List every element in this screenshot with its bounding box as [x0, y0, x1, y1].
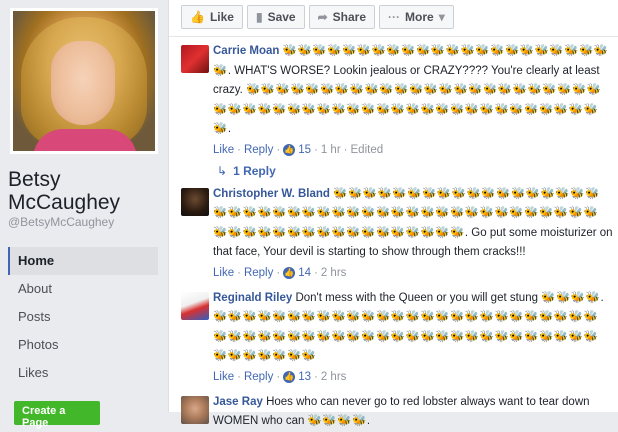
comment-reply-link[interactable]: Reply	[244, 368, 273, 386]
comment-list: Carrie Moan 🐝🐝🐝🐝🐝🐝🐝🐝🐝🐝🐝🐝🐝🐝🐝🐝🐝🐝🐝🐝🐝🐝🐝. WHA…	[181, 42, 613, 432]
profile-face	[51, 41, 115, 125]
more-label: More	[405, 10, 434, 24]
comment-meta: Like · Reply · 👍 14 · 2 hrs	[213, 263, 613, 283]
separator: ·	[276, 370, 281, 383]
comment-author[interactable]: Christopher W. Bland	[213, 188, 330, 200]
like-label: Like	[209, 10, 234, 24]
save-button[interactable]: ▮ Save	[246, 5, 305, 29]
comment-like-link[interactable]: Like	[213, 264, 234, 282]
comment-text: Hoes who can never go to red lobster alw…	[213, 395, 590, 428]
comment-item: Reginald Riley Don't mess with the Queen…	[181, 289, 613, 387]
comment-author[interactable]: Jase Ray	[213, 396, 263, 408]
separator: ·	[237, 266, 241, 279]
comment-meta: Like · Reply · 👍 15 · 1 hr · Edited	[213, 140, 613, 160]
comment-body: Carrie Moan 🐝🐝🐝🐝🐝🐝🐝🐝🐝🐝🐝🐝🐝🐝🐝🐝🐝🐝🐝🐝🐝🐝🐝. WHA…	[213, 42, 613, 140]
separator: ·	[314, 266, 318, 279]
page-title-line2: McCaughey	[8, 191, 121, 214]
comment-body: Reginald Riley Don't mess with the Queen…	[213, 289, 613, 367]
comment-like-link[interactable]: Like	[213, 141, 234, 159]
avatar[interactable]	[181, 395, 209, 424]
comment-like-link[interactable]: Like	[213, 368, 234, 386]
separator: ·	[314, 143, 318, 156]
comment-like-count[interactable]: 13	[298, 368, 311, 386]
comment-timestamp[interactable]: 2 hrs	[321, 264, 347, 282]
nav-item-photos[interactable]: Photos	[8, 331, 158, 359]
page-title[interactable]: Betsy McCaughey	[8, 168, 120, 214]
avatar[interactable]	[181, 291, 209, 320]
comment-reply-link[interactable]: Reply	[244, 264, 273, 282]
comment-meta: Like · Reply · 👍 13 · 2 hrs	[213, 367, 613, 387]
separator: ·	[237, 143, 241, 156]
view-replies-link[interactable]: ↳ 1 Reply	[213, 160, 613, 182]
share-button[interactable]: ➦ Share	[308, 5, 376, 29]
like-button[interactable]: 👍 Like	[181, 5, 243, 29]
page-sidebar: Betsy McCaughey @BetsyMcCaughey Home Abo…	[0, 0, 168, 429]
like-badge-icon: 👍	[283, 143, 296, 156]
reply-arrow-icon: ↳	[217, 163, 228, 178]
like-badge-icon: 👍	[283, 266, 296, 279]
separator: ·	[276, 143, 281, 156]
ellipsis-icon: ···	[388, 10, 401, 24]
comment-body: Jase Ray Hoes who can never go to red lo…	[213, 393, 613, 432]
nav-item-about[interactable]: About	[8, 275, 158, 303]
comment-author[interactable]: Reginald Riley	[213, 292, 292, 304]
post-panel: 👍 Like ▮ Save ➦ Share ··· More ▾ Carrie …	[168, 0, 618, 427]
separator: ·	[314, 370, 318, 383]
share-arrow-icon: ➦	[317, 10, 328, 24]
chevron-down-icon: ▾	[438, 10, 445, 24]
page-nav: Home About Posts Photos Likes	[8, 247, 158, 387]
comment-item: Carrie Moan 🐝🐝🐝🐝🐝🐝🐝🐝🐝🐝🐝🐝🐝🐝🐝🐝🐝🐝🐝🐝🐝🐝🐝. WHA…	[181, 42, 613, 182]
separator: ·	[343, 143, 348, 156]
page-title-line1: Betsy	[8, 168, 61, 191]
comment-reply-link[interactable]: Reply	[244, 141, 273, 159]
create-page-button[interactable]: Create a Page	[14, 401, 100, 429]
avatar[interactable]	[181, 45, 209, 73]
separator: ·	[237, 370, 241, 383]
share-label: Share	[332, 10, 367, 24]
more-button[interactable]: ··· More ▾	[379, 5, 454, 29]
divider	[169, 36, 618, 37]
comment-like-count[interactable]: 14	[298, 264, 311, 282]
separator: ·	[276, 266, 281, 279]
profile-shirt	[33, 129, 137, 151]
save-label: Save	[267, 10, 296, 24]
thumbs-up-icon: 👍	[190, 10, 205, 24]
comment-text: Don't mess with the Queen or you will ge…	[295, 291, 542, 304]
replies-count: 1 Reply	[233, 163, 276, 178]
comment-timestamp[interactable]: 2 hrs	[321, 368, 347, 386]
comment-author[interactable]: Carrie Moan	[213, 45, 279, 57]
comment-edited[interactable]: Edited	[351, 141, 384, 159]
comment-emoji: 🐝🐝🐝🐝.	[307, 415, 371, 427]
comment-like-count[interactable]: 15	[298, 141, 311, 159]
avatar[interactable]	[181, 187, 209, 216]
comment-timestamp[interactable]: 1 hr	[321, 141, 341, 159]
nav-item-likes[interactable]: Likes	[8, 359, 158, 387]
profile-picture[interactable]	[10, 8, 158, 154]
page-handle[interactable]: @BetsyMcCaughey	[8, 215, 114, 229]
comment-item: Jase Ray Hoes who can never go to red lo…	[181, 393, 613, 432]
nav-item-home[interactable]: Home	[8, 247, 158, 275]
comment-emoji: 🐝🐝🐝🐝🐝🐝🐝🐝🐝🐝🐝🐝🐝🐝🐝🐝🐝🐝🐝🐝🐝🐝🐝🐝🐝🐝🐝🐝🐝🐝🐝🐝🐝🐝🐝🐝🐝🐝🐝🐝…	[213, 84, 602, 135]
post-action-bar: 👍 Like ▮ Save ➦ Share ··· More ▾	[181, 5, 454, 31]
comment-item: Christopher W. Bland 🐝🐝🐝🐝🐝🐝🐝🐝🐝🐝🐝🐝🐝🐝🐝🐝🐝🐝🐝…	[181, 185, 613, 283]
nav-item-posts[interactable]: Posts	[8, 303, 158, 331]
bookmark-icon: ▮	[255, 10, 263, 24]
like-badge-icon: 👍	[283, 370, 296, 383]
comment-body: Christopher W. Bland 🐝🐝🐝🐝🐝🐝🐝🐝🐝🐝🐝🐝🐝🐝🐝🐝🐝🐝🐝…	[213, 185, 613, 263]
